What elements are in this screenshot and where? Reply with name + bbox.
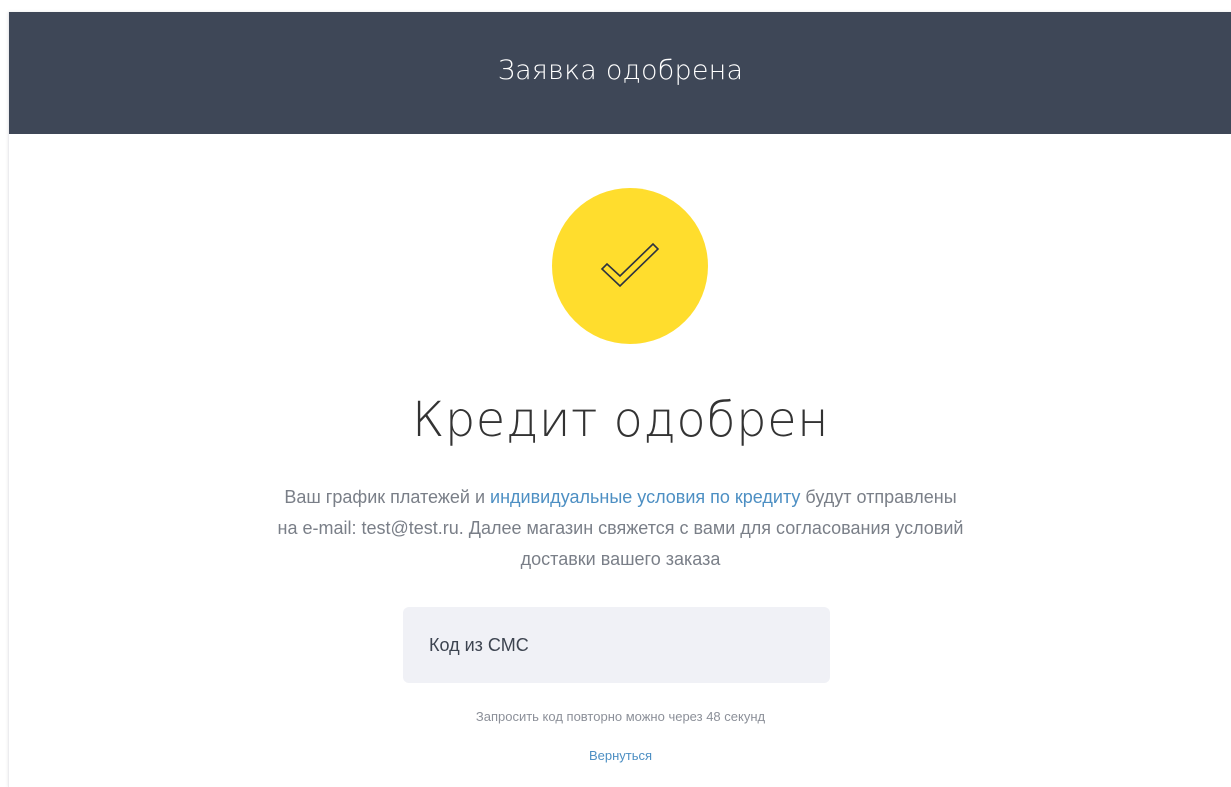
description-text-start: Ваш график платежей и (284, 487, 491, 507)
sms-code-field[interactable] (403, 607, 830, 683)
approval-card: Заявка одобрена Кредит одобрен Ваш графи… (8, 12, 1231, 787)
approval-description: Ваш график платежей и индивидуальные усл… (169, 482, 1072, 575)
description-line-1: Ваш график платежей и индивидуальные усл… (169, 482, 1072, 513)
header-title: Заявка одобрена (497, 54, 744, 86)
back-link[interactable]: Вернуться (589, 748, 652, 763)
page-header: Заявка одобрена (9, 12, 1231, 134)
checkmark-icon (600, 242, 660, 288)
page-title: Кредит одобрен (411, 392, 830, 448)
success-badge (552, 188, 708, 344)
resend-code-timer: Запросить код повторно можно через 48 се… (475, 709, 766, 724)
loan-terms-link[interactable]: индивидуальные условия по кредиту (490, 487, 800, 507)
description-line-3: доставки вашего заказа (520, 549, 721, 569)
back-link-container: Вернуться (9, 748, 1231, 763)
description-line-2: на e-mail: test@test.ru. Далее магазин с… (277, 518, 964, 538)
description-text-end: будут отправлены (800, 487, 957, 507)
sms-code-input[interactable] (429, 634, 809, 656)
